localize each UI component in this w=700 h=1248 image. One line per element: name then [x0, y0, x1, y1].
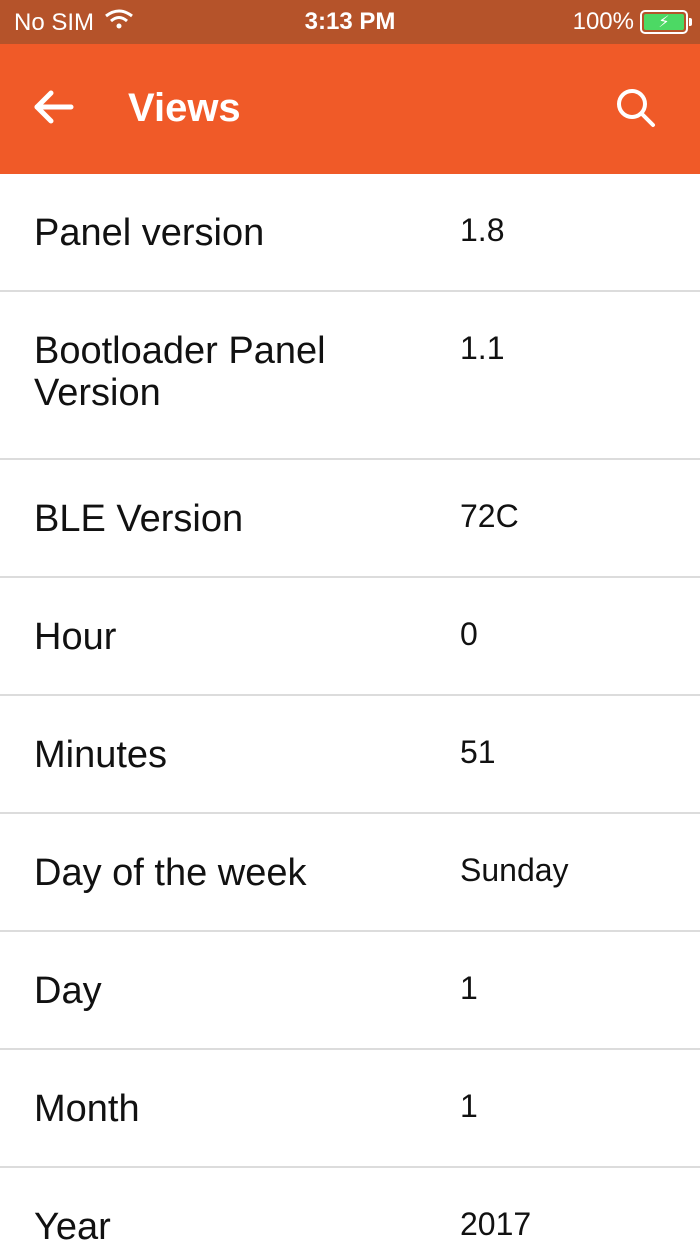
row-value: 1.1 — [460, 330, 505, 366]
row-value: 72C — [460, 498, 519, 534]
row-label: Year — [34, 1206, 111, 1248]
search-icon — [614, 86, 656, 133]
row-label: Day — [34, 970, 102, 1012]
battery-percent: 100% — [572, 8, 634, 35]
row-value: 0 — [460, 616, 478, 652]
list-item-bootloader-version: Bootloader Panel Version 1.1 — [0, 292, 700, 460]
status-bar: No SIM 3:13 PM 100% ⚡ — [0, 0, 700, 44]
list-item-hour: Hour 0 — [0, 578, 700, 696]
list-item-year: Year 2017 — [0, 1168, 700, 1248]
row-label: Minutes — [34, 734, 168, 776]
row-value: 1 — [460, 1088, 478, 1124]
back-arrow-icon — [31, 89, 75, 130]
app-bar: Views — [0, 44, 700, 174]
views-list: Panel version 1.8 Bootloader Panel Versi… — [0, 174, 700, 1248]
row-label: Hour — [34, 616, 117, 658]
page-title: Views — [128, 86, 241, 130]
row-label: BLE Version — [34, 498, 244, 540]
list-item-minutes: Minutes 51 — [0, 696, 700, 814]
list-item-panel-version: Panel version 1.8 — [0, 174, 700, 292]
list-item-ble-version: BLE Version 72C — [0, 460, 700, 578]
row-value: 2017 — [460, 1206, 532, 1242]
row-label: Month — [34, 1088, 140, 1130]
back-button[interactable] — [28, 84, 78, 134]
list-item-day-of-week: Day of the week Sunday — [0, 814, 700, 932]
list-item-month: Month 1 — [0, 1050, 700, 1168]
row-label: Day of the week — [34, 852, 307, 894]
row-value: 1 — [460, 970, 478, 1006]
row-label: Panel version — [34, 212, 265, 254]
status-right: 100% ⚡ — [572, 8, 692, 36]
row-label: Bootloader Panel Version — [34, 330, 326, 414]
row-value: Sunday — [460, 852, 569, 888]
row-value: 51 — [460, 734, 496, 770]
battery-charging-icon: ⚡ — [644, 14, 684, 31]
search-button[interactable] — [610, 84, 660, 134]
list-item-day: Day 1 — [0, 932, 700, 1050]
battery-icon: ⚡ — [640, 10, 692, 34]
row-value: 1.8 — [460, 212, 505, 248]
